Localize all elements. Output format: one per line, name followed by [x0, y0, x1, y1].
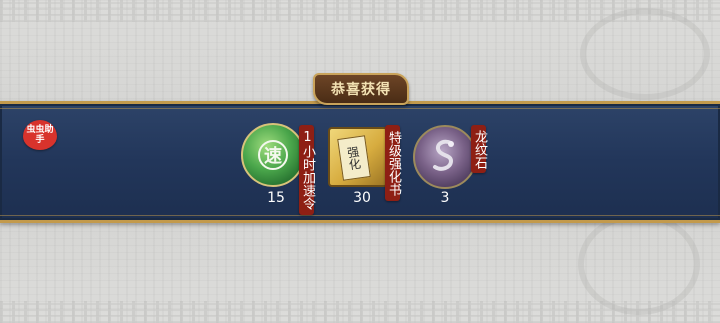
book-page: 强化: [337, 135, 371, 181]
reward-count: 30: [353, 190, 371, 206]
decorative-emblem: [578, 213, 700, 315]
helper-badge[interactable]: 虫虫助手: [23, 120, 57, 150]
band-trim: [0, 108, 720, 109]
reward-count: 3: [440, 190, 450, 206]
speed-glyph: 速: [258, 140, 288, 170]
decorative-emblem: [580, 8, 710, 100]
reward-title: 恭喜获得: [331, 82, 391, 98]
enhance-book-icon: 强化: [328, 127, 388, 187]
reward-title-banner: 恭喜获得: [313, 73, 409, 105]
speed-token-icon: 速: [241, 123, 305, 187]
reward-name: 龙纹石: [471, 125, 487, 173]
reward-count: 15: [267, 190, 285, 206]
dragon-stone-icon: [413, 125, 477, 189]
dragon-glyph: [433, 139, 454, 171]
band-trim: [0, 215, 720, 216]
